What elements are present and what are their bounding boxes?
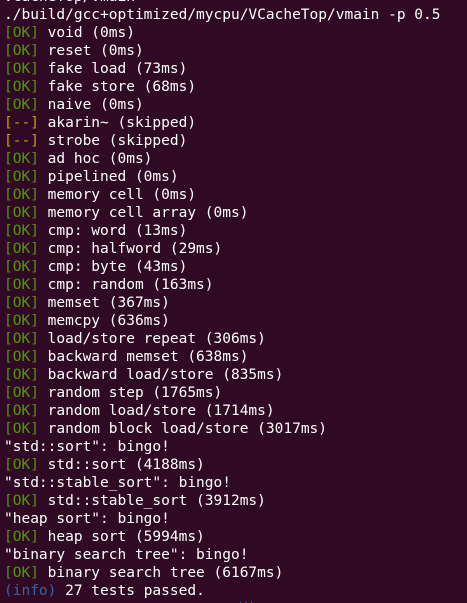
- status-ok-tag: [OK]: [4, 205, 39, 221]
- status-ok-tag: [OK]: [4, 187, 39, 203]
- terminal-line: (info) 27 tests passed.: [4, 582, 467, 600]
- status-ok-tag: [OK]: [4, 349, 39, 365]
- terminal-line: [--] strobe (skipped): [4, 132, 467, 150]
- status-ok-tag: [OK]: [4, 151, 39, 167]
- terminal-line: [OK] memory cell (0ms): [4, 186, 467, 204]
- terminal-line: [OK] backward memset (638ms): [4, 348, 467, 366]
- terminal-output: VCacheTop/vmain ./build/gcc+optimized/myc…: [4, 0, 467, 600]
- terminal-line: [OK] fake load (73ms): [4, 60, 467, 78]
- terminal-line-text: reset (0ms): [38, 43, 144, 59]
- terminal-line: "std::sort": bingo!: [4, 438, 467, 456]
- status-skipped-tag: [--]: [4, 133, 39, 149]
- terminal-line: [OK] cmp: halfword (29ms): [4, 240, 467, 258]
- terminal-line-text: 27 tests passed.: [56, 583, 205, 599]
- status-ok-tag: [OK]: [4, 169, 39, 185]
- terminal-line-text: "std::sort": bingo!: [4, 439, 170, 455]
- terminal-line-text: std::stable_sort (3912ms): [38, 493, 266, 509]
- terminal-line-text: ./build/gcc+optimized/mycpu/VCacheTop/vm…: [4, 7, 441, 23]
- terminal-line: [OK] memset (367ms): [4, 294, 467, 312]
- terminal-line: "std::stable_sort": bingo!: [4, 474, 467, 492]
- status-ok-tag: [OK]: [4, 61, 39, 77]
- status-ok-tag: [OK]: [4, 529, 39, 545]
- terminal-line-text: heap sort (5994ms): [38, 529, 205, 545]
- status-info-tag: (info): [4, 583, 57, 599]
- status-ok-tag: [OK]: [4, 331, 39, 347]
- status-ok-tag: [OK]: [4, 43, 39, 59]
- terminal-line: [OK] random block load/store (3017ms): [4, 420, 467, 438]
- terminal-line-text: memset (367ms): [38, 295, 170, 311]
- terminal-line-text: void (0ms): [38, 25, 135, 41]
- terminal-line-text: akarin~ (skipped): [38, 115, 197, 131]
- terminal-line-text: cmp: word (13ms): [38, 223, 188, 239]
- terminal-line: [OK] backward load/store (835ms): [4, 366, 467, 384]
- terminal-line-text: load/store repeat (306ms): [38, 331, 266, 347]
- status-ok-tag: [OK]: [4, 79, 39, 95]
- terminal-line-text: ad hoc (0ms): [38, 151, 153, 167]
- status-ok-tag: [OK]: [4, 277, 39, 293]
- terminal-line: [OK] load/store repeat (306ms): [4, 330, 467, 348]
- terminal-line: "heap sort": bingo!: [4, 510, 467, 528]
- terminal-line-text: "std::stable_sort": bingo!: [4, 475, 231, 491]
- status-ok-tag: [OK]: [4, 421, 39, 437]
- status-ok-tag: [OK]: [4, 25, 39, 41]
- terminal-line-text: fake load (73ms): [38, 61, 188, 77]
- terminal-line: [OK] fake store (68ms): [4, 78, 467, 96]
- terminal-line-text: random step (1765ms): [38, 385, 223, 401]
- terminal-line-text: VCacheTop/vmain: [4, 0, 135, 5]
- terminal-line: [OK] random step (1765ms): [4, 384, 467, 402]
- terminal-line: [OK] cmp: byte (43ms): [4, 258, 467, 276]
- status-ok-tag: [OK]: [4, 223, 39, 239]
- status-ok-tag: [OK]: [4, 493, 39, 509]
- status-ok-tag: [OK]: [4, 313, 39, 329]
- terminal-line: [OK] heap sort (5994ms): [4, 528, 467, 546]
- status-ok-tag: [OK]: [4, 457, 39, 473]
- terminal-line-text: cmp: random (163ms): [38, 277, 214, 293]
- terminal-line-text: "binary search tree": bingo!: [4, 547, 249, 563]
- terminal-line-text: random load/store (1714ms): [38, 403, 275, 419]
- terminal-line: [--] akarin~ (skipped): [4, 114, 467, 132]
- terminal-line-text: pipelined (0ms): [38, 169, 179, 185]
- terminal-window[interactable]: VCacheTop/vmain ./build/gcc+optimized/myc…: [0, 0, 467, 603]
- terminal-line-text: backward load/store (835ms): [38, 367, 284, 383]
- terminal-line: [OK] void (0ms): [4, 24, 467, 42]
- terminal-line: [OK] std::sort (4188ms): [4, 456, 467, 474]
- terminal-line: "binary search tree": bingo!: [4, 546, 467, 564]
- terminal-line-text: fake store (68ms): [38, 79, 197, 95]
- status-ok-tag: [OK]: [4, 295, 39, 311]
- terminal-line: [OK] ad hoc (0ms): [4, 150, 467, 168]
- cursor-hint: ...: [238, 597, 255, 603]
- terminal-line: [OK] pipelined (0ms): [4, 168, 467, 186]
- status-ok-tag: [OK]: [4, 385, 39, 401]
- terminal-line-text: binary search tree (6167ms): [38, 565, 284, 581]
- terminal-line: [OK] naive (0ms): [4, 96, 467, 114]
- status-ok-tag: [OK]: [4, 259, 39, 275]
- terminal-line-text: "heap sort": bingo!: [4, 511, 170, 527]
- terminal-line-text: memory cell (0ms): [38, 187, 197, 203]
- terminal-line: [OK] memory cell array (0ms): [4, 204, 467, 222]
- terminal-line-text: strobe (skipped): [38, 133, 188, 149]
- terminal-line: ./build/gcc+optimized/mycpu/VCacheTop/vm…: [4, 6, 467, 24]
- status-ok-tag: [OK]: [4, 241, 39, 257]
- status-skipped-tag: [--]: [4, 115, 39, 131]
- terminal-line: [OK] std::stable_sort (3912ms): [4, 492, 467, 510]
- terminal-line: [OK] random load/store (1714ms): [4, 402, 467, 420]
- terminal-line-text: backward memset (638ms): [38, 349, 249, 365]
- terminal-line-text: random block load/store (3017ms): [38, 421, 328, 437]
- terminal-line-text: std::sort (4188ms): [38, 457, 205, 473]
- terminal-line-text: cmp: halfword (29ms): [38, 241, 223, 257]
- terminal-line-text: naive (0ms): [38, 97, 144, 113]
- status-ok-tag: [OK]: [4, 97, 39, 113]
- terminal-line: [OK] binary search tree (6167ms): [4, 564, 467, 582]
- terminal-line: [OK] cmp: random (163ms): [4, 276, 467, 294]
- terminal-line-text: cmp: byte (43ms): [38, 259, 188, 275]
- status-ok-tag: [OK]: [4, 403, 39, 419]
- status-ok-tag: [OK]: [4, 367, 39, 383]
- terminal-line: [OK] memcpy (636ms): [4, 312, 467, 330]
- status-ok-tag: [OK]: [4, 565, 39, 581]
- terminal-line: [OK] reset (0ms): [4, 42, 467, 60]
- terminal-line-text: memory cell array (0ms): [38, 205, 249, 221]
- terminal-line-text: memcpy (636ms): [38, 313, 170, 329]
- terminal-line: [OK] cmp: word (13ms): [4, 222, 467, 240]
